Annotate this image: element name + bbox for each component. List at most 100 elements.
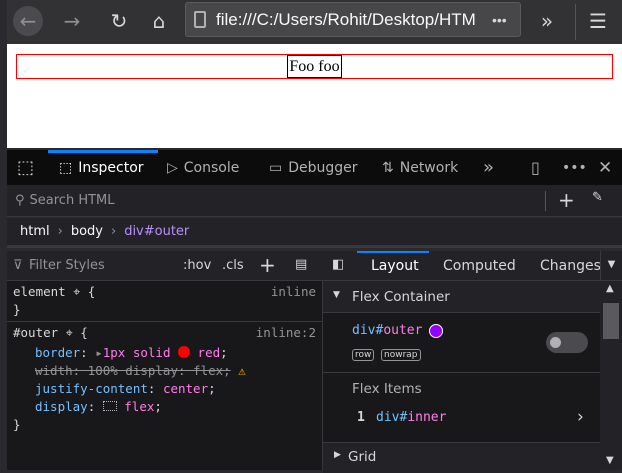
tab-network[interactable]: ⇅ Network (382, 150, 458, 185)
flex-container-header[interactable]: ▼ Flex Container (323, 281, 600, 313)
more-options-icon[interactable]: ••• (562, 150, 587, 185)
badge-nowrap: nowrap (381, 349, 421, 361)
el: div# (352, 323, 384, 338)
chevron-right-icon: › (577, 407, 584, 427)
badge-row: row (352, 349, 375, 361)
semicolon: ; (154, 399, 162, 414)
scrollbar-thumb[interactable] (603, 303, 619, 339)
overlay-toggle[interactable] (546, 332, 588, 353)
search-input[interactable]: Search HTML (30, 193, 115, 208)
tab-console[interactable]: ▷ Console (167, 150, 239, 185)
decl-display[interactable]: display: flex; (35, 399, 162, 414)
section-title: Flex Container (352, 289, 450, 305)
container-selector[interactable]: div#outer (352, 323, 422, 338)
brace: { (87, 284, 96, 299)
sidebar-tabs: ◧ Layout Computed Changes ▼ (323, 251, 622, 281)
more-tabs-icon[interactable]: » (483, 150, 494, 185)
console-icon: ▷ (167, 159, 178, 176)
rule-element-header: element ⌖ { (13, 284, 95, 300)
scroll-up-icon[interactable]: ▲ (606, 283, 614, 294)
page-actions-button[interactable]: ••• (492, 12, 507, 28)
value: center (162, 381, 209, 396)
rules-panel: element ⌖ { inline } #outer ⌖ { inline:2… (7, 281, 323, 470)
cls-button[interactable]: .cls (222, 258, 244, 273)
id: inner (407, 410, 447, 425)
menu-button[interactable]: ☰ (583, 6, 613, 36)
tab-changes[interactable]: Changes (540, 258, 601, 274)
expand-icon[interactable]: ▸ (95, 345, 103, 360)
prop: display (35, 399, 88, 414)
target-icon[interactable]: ⌖ (73, 284, 80, 299)
scrollbar[interactable]: ▲ ▼ (600, 281, 622, 470)
prop: border (35, 345, 81, 360)
home-button[interactable]: ⌂ (144, 6, 174, 36)
element-picker-icon[interactable]: ⬚ (17, 150, 34, 185)
item-index: 1 (357, 410, 365, 425)
section-title: Grid (348, 449, 377, 465)
breadcrumb-div-outer[interactable]: div#outer (124, 224, 189, 239)
decl-justify-content[interactable]: justify-content: center; (35, 381, 216, 396)
overlay-color-swatch[interactable] (429, 324, 443, 338)
semicolon: ; (208, 381, 216, 396)
color-swatch[interactable] (178, 346, 191, 358)
forward-button[interactable]: → (57, 6, 87, 36)
rule-source[interactable]: inline (271, 284, 316, 299)
more-tabs-dropdown-icon[interactable]: ▼ (600, 251, 622, 281)
hov-button[interactable]: :hov (183, 258, 211, 273)
breadcrumb-body[interactable]: body (71, 224, 103, 239)
rules-toolbar: ⊽ Filter Styles :hov .cls + ▤ (7, 251, 323, 281)
print-media-icon[interactable]: ▤ (295, 257, 307, 272)
sep: : (147, 381, 156, 396)
flexbox-highlighter-icon[interactable] (102, 401, 117, 411)
divider (7, 321, 323, 322)
toggle-sidebar-icon[interactable]: ◧ (332, 257, 344, 272)
url-bar[interactable]: file:///C:/Users/Rohit/Desktop/HTM ••• (185, 2, 521, 37)
section-title: Flex Items (352, 381, 422, 397)
tab-debugger[interactable]: ▭ Debugger (269, 150, 358, 185)
add-rule-icon[interactable]: + (259, 253, 276, 277)
el: div# (376, 410, 408, 425)
value: flex (124, 399, 155, 414)
value: red (197, 345, 221, 360)
tab-label: Console (183, 159, 240, 176)
toolbar-divider (575, 4, 576, 40)
breadcrumb: html › body › div#outer (7, 218, 622, 248)
breadcrumb-html[interactable]: html (20, 224, 50, 239)
tab-computed[interactable]: Computed (443, 258, 516, 274)
sep: : (87, 399, 96, 414)
search-html-bar[interactable]: ⚲ Search HTML + ✎ (7, 185, 622, 217)
tab-label: Debugger (288, 159, 358, 176)
add-node-icon[interactable]: + (558, 188, 575, 212)
inspector-icon: ⬚ (59, 159, 73, 176)
grid-header[interactable]: ▶ Grid (323, 443, 600, 473)
warning-icon[interactable]: ⚠ (238, 363, 246, 378)
eyedropper-icon[interactable]: ✎ (592, 190, 603, 205)
back-button[interactable]: ← (13, 6, 43, 36)
decl-invalid[interactable]: width: 100% display: flex; ⚠ (35, 363, 246, 378)
active-tab-indicator (357, 251, 429, 253)
flex-items-section: Flex Items 1 div#inner › (323, 373, 600, 443)
search-icon: ⚲ (15, 193, 25, 208)
target-icon[interactable]: ⌖ (66, 325, 73, 340)
outer-div: Foo foo (16, 54, 613, 79)
decl-border[interactable]: border: ▸1px solid red; (35, 345, 228, 360)
tab-layout[interactable]: Layout (371, 258, 419, 274)
responsive-mode-icon[interactable]: ▯ (531, 150, 540, 185)
brace: } (13, 417, 21, 432)
brace: } (13, 302, 21, 317)
filter-styles-input[interactable]: Filter Styles (29, 258, 105, 273)
selector: element (13, 284, 66, 299)
devtools-tabbar: ⬚ ⬚ Inspector ▷ Console ▭ Debugger ⇅ Network… (7, 150, 622, 185)
prop: justify-content (35, 381, 148, 396)
layout-panel: ▼ Flex Container div#outer row nowrap Fl… (323, 281, 600, 473)
rule-outer-header: #outer ⌖ { (13, 325, 88, 341)
close-devtools-icon[interactable]: ✕ (598, 150, 612, 185)
reload-button[interactable]: ↻ (104, 6, 134, 36)
collapse-icon: ▼ (333, 290, 340, 300)
rule-source[interactable]: inline:2 (256, 325, 316, 340)
chevron-right-icon: › (110, 224, 117, 239)
overflow-chevron-icon[interactable]: » (532, 6, 562, 36)
flex-item-row[interactable]: 1 div#inner › (323, 407, 600, 431)
scroll-down-icon[interactable]: ▼ (606, 455, 614, 466)
tab-inspector[interactable]: ⬚ Inspector (59, 150, 144, 185)
